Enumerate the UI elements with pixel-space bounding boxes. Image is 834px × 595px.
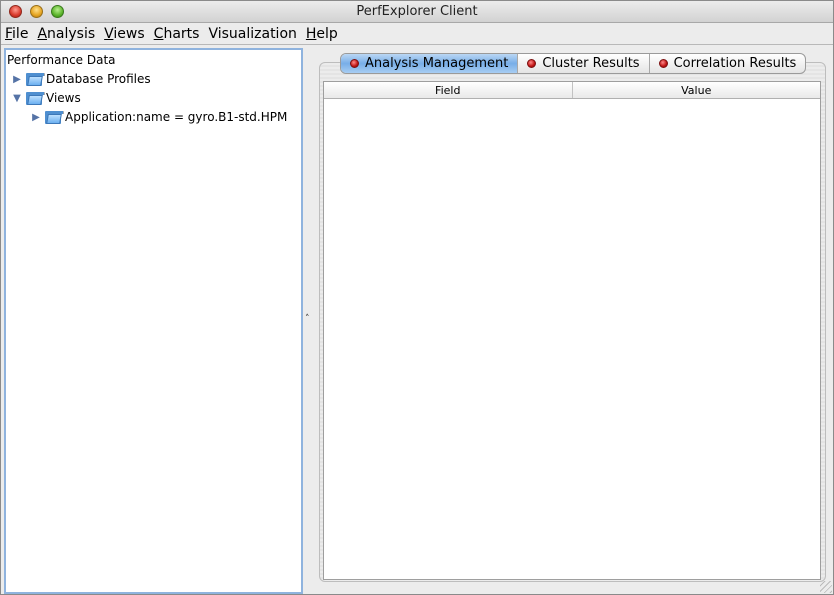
split-pane-divider[interactable]: ˄ [303,48,313,594]
status-dot-icon [350,59,359,68]
status-dot-icon [527,59,537,68]
performance-data-tree-panel[interactable]: Performance Data ▶ Database Profiles ▼ V… [4,48,303,594]
folder-icon [45,110,64,124]
collapse-left-arrow-icon[interactable]: ˄ [305,314,310,324]
tab-cluster-results[interactable]: Cluster Results [518,54,650,73]
menu-charts[interactable]: Charts [154,26,200,42]
tree-item-label: Database Profiles [46,72,151,86]
results-panel: Analysis Management Cluster Results Corr… [313,48,833,594]
title-bar[interactable]: PerfExplorer Client [1,1,833,23]
menu-help[interactable]: Help [306,26,338,42]
tree-item-application[interactable]: ▶ Application:name = gyro.B1-std.HPM [30,108,287,126]
tab-correlation-results[interactable]: Correlation Results [650,54,806,73]
menu-file[interactable]: File [5,26,28,42]
tree-item-label: Application:name = gyro.B1-std.HPM [65,110,288,124]
tab-bar: Analysis Management Cluster Results Corr… [340,53,807,74]
column-header-value[interactable]: Value [573,82,821,98]
tree-item-label: Views [46,91,81,105]
window-title: PerfExplorer Client [356,4,478,19]
folder-open-icon [26,91,45,105]
column-header-field[interactable]: Field [324,82,573,98]
menu-views[interactable]: Views [104,26,145,42]
collapse-arrow-icon[interactable]: ▼ [11,92,23,104]
menu-analysis[interactable]: Analysis [37,26,95,42]
menu-visualization[interactable]: Visualization [208,26,296,42]
status-dot-icon [658,59,668,68]
tree-item-views[interactable]: ▼ Views [11,89,81,107]
window-resize-grip[interactable] [820,581,832,593]
app-window: PerfExplorer Client File Analysis Views … [0,0,834,595]
tab-analysis-management[interactable]: Analysis Management [341,54,519,73]
folder-icon [26,72,45,86]
expand-arrow-icon[interactable]: ▶ [11,73,23,85]
tree-item-database-profiles[interactable]: ▶ Database Profiles [11,70,151,88]
expand-arrow-icon[interactable]: ▶ [30,111,42,123]
menu-bar: File Analysis Views Charts Visualization… [1,23,833,45]
table-header: Field Value [324,82,820,99]
tree-root-label[interactable]: Performance Data [7,53,116,67]
field-value-table[interactable]: Field Value [323,81,821,580]
